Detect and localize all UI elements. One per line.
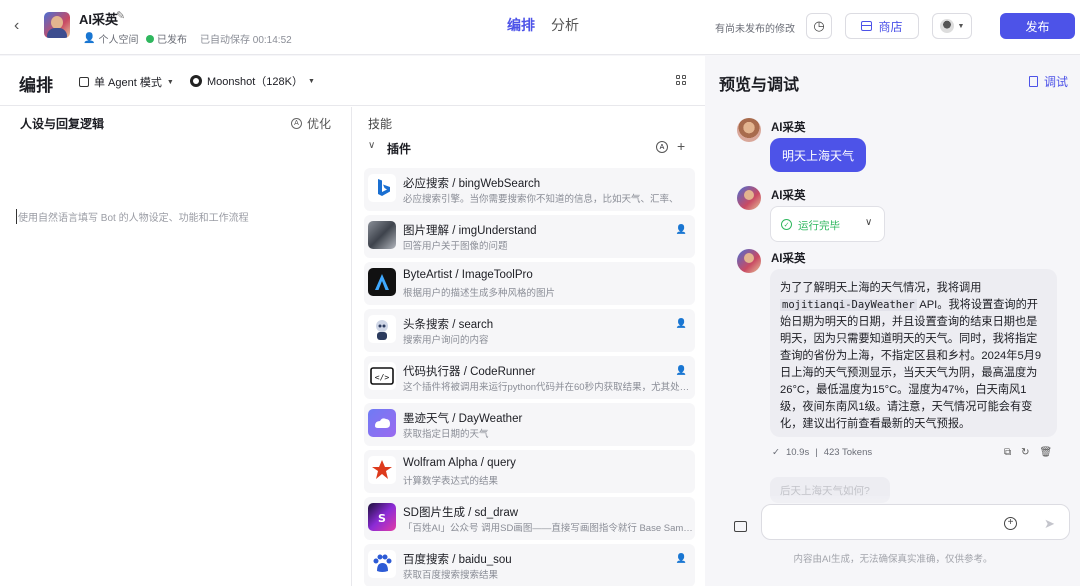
keyboard-icon[interactable]	[734, 521, 747, 532]
person-icon: 👤	[83, 33, 96, 44]
tab-analysis[interactable]: 分析	[551, 15, 579, 35]
api-name: mojitianqi-DayWeather	[780, 299, 917, 311]
plugin-item[interactable]: 百度搜索 / baidu_sou 获取百度搜索搜索结果 👤	[364, 544, 695, 586]
run-status: 运行完毕	[798, 220, 840, 232]
message-sender: AI采英	[771, 190, 806, 202]
plugin-item[interactable]: 必应搜索 / bingWebSearch 必应搜索引擎。当你需要搜索你不知道的信…	[364, 168, 695, 211]
auto-optimize-icon: A	[291, 118, 302, 129]
chevron-down-icon: ▼	[308, 77, 315, 85]
moonshot-icon	[190, 75, 202, 87]
document-icon	[1029, 76, 1038, 87]
check-circle-icon: ✓	[781, 219, 792, 230]
avatar	[939, 19, 954, 33]
plugin-item[interactable]: 墨迹天气 / DayWeather 获取指定日期的天气	[364, 403, 695, 446]
plugins-label: 插件	[387, 142, 412, 156]
message-sender: AI采英	[771, 253, 806, 265]
editor-panel: 编排 单 Agent 模式 ▼ Moonshot（128K） ▼ 人设与回复逻辑 A…	[0, 56, 705, 586]
check-circle-icon	[146, 34, 154, 43]
clock-icon: ◷	[813, 18, 825, 33]
model-select[interactable]: Moonshot（128K） ▼	[190, 73, 315, 89]
send-icon[interactable]: ➤	[1044, 516, 1055, 532]
bot-answer: 为了了解明天上海的天气情况，我将调用 mojitianqi-DayWeather…	[770, 269, 1057, 437]
agent-mode-select[interactable]: 单 Agent 模式 ▼	[79, 74, 174, 90]
chevron-down-icon: ▼	[166, 78, 174, 86]
image-understand-icon	[368, 221, 396, 249]
plugin-item[interactable]: 图片理解 / imgUnderstand 回答用户关于图像的问题 👤	[364, 215, 695, 258]
code-icon: </>	[368, 362, 396, 390]
person-icon: 👤	[675, 365, 687, 375]
preview-panel: 预览与调试 调试 AI采英 明天上海天气 AI采英 ✓ 运行完毕 ∨ AI采英 …	[706, 56, 1080, 586]
editor-title: 编排	[19, 76, 53, 95]
store-button[interactable]: 商店	[845, 13, 919, 39]
person-icon: 👤	[675, 318, 687, 328]
persona-section: 人设与回复逻辑 A 优化 使用自然语言填写 Bot 的人物设定、功能和工作流程	[0, 107, 352, 586]
preview-title: 预览与调试	[719, 77, 800, 94]
space-label: 👤 个人空间	[83, 33, 139, 46]
svg-text:S: S	[378, 512, 386, 525]
plugin-item[interactable]: </> 代码执行器 / CodeRunner 这个插件将被调用来运行python…	[364, 356, 695, 399]
skills-title: 技能	[368, 117, 393, 131]
store-icon	[861, 21, 873, 31]
unpublished-note: 有尚未发布的修改	[715, 24, 795, 35]
person-icon: 👤	[675, 224, 687, 234]
chat-input[interactable]	[761, 504, 1070, 540]
weather-icon	[368, 409, 396, 437]
add-attachment-icon[interactable]: +	[1004, 517, 1017, 530]
publish-button[interactable]: 发布	[1000, 13, 1075, 39]
chevron-down-icon: ∨	[865, 217, 873, 228]
chat-input-area: + ➤ 内容由AI生成，无法确保真实准确，仅供参考。	[706, 496, 1080, 586]
back-arrow-icon[interactable]: ‹	[14, 18, 30, 34]
bot-name: AI采英	[79, 12, 119, 27]
user-menu-button[interactable]: ▼	[932, 13, 972, 39]
skills-section: 技能 ∨ 插件 A + 必应搜索 / bingWebSearch 必应搜索引擎。…	[353, 107, 705, 586]
history-button[interactable]: ◷	[806, 13, 832, 39]
bot-avatar	[737, 186, 761, 210]
top-tabs: 编排 分析	[507, 15, 579, 35]
answer-tokens: 423 Tokens	[823, 447, 873, 458]
plugin-item[interactable]: 头条搜索 / search 搜索用户询问的内容 👤	[364, 309, 695, 352]
tab-orchestrate[interactable]: 编排	[507, 15, 535, 35]
plugin-item[interactable]: Wolfram Alpha / query 计算数学表达式的结果	[364, 450, 695, 493]
edit-icon[interactable]: ✎	[116, 9, 128, 22]
baidu-icon	[368, 550, 396, 578]
answer-actions: ⧉ ↻ 🗑	[1004, 447, 1052, 458]
message-sender: AI采英	[771, 122, 806, 134]
plugin-item[interactable]: S SD图片生成 / sd_draw 「百姓AI」公众号 调用SD画图——直接写…	[364, 497, 695, 540]
regenerate-icon[interactable]: ↻	[1021, 447, 1029, 458]
top-header: ‹ AI采英 ✎ 👤 个人空间 已发布 已自动保存 00:14:52 编排 分析 …	[0, 0, 1080, 55]
toutiao-robot-icon	[368, 315, 396, 343]
plugins-header: ∨ 插件 A +	[368, 138, 693, 157]
persona-title: 人设与回复逻辑	[20, 117, 105, 131]
publish-status: 已发布	[146, 31, 187, 46]
run-status-toggle[interactable]: ✓ 运行完毕 ∨	[770, 206, 885, 242]
person-icon: 👤	[675, 553, 687, 563]
layout-grid-icon[interactable]	[676, 75, 686, 85]
answer-duration: 10.9s	[785, 447, 810, 458]
add-plugin-icon[interactable]: +	[677, 138, 685, 154]
agent-mode-icon	[79, 77, 89, 87]
chevron-down-icon[interactable]: ∨	[368, 140, 375, 151]
editor-toolbar: 编排 单 Agent 模式 ▼ Moonshot（128K） ▼	[0, 56, 705, 106]
answer-stats: ✓ 10.9s | 423 Tokens	[772, 447, 873, 458]
delete-icon[interactable]: 🗑	[1040, 447, 1053, 458]
copy-icon[interactable]: ⧉	[1004, 447, 1011, 458]
user-avatar	[737, 118, 761, 142]
persona-input[interactable]: 使用自然语言填写 Bot 的人物设定、功能和工作流程	[16, 209, 249, 224]
bot-avatar	[737, 249, 761, 273]
byteartist-icon	[368, 268, 396, 296]
bot-avatar	[44, 12, 70, 38]
auto-icon[interactable]: A	[656, 141, 668, 153]
optimize-button[interactable]: A 优化	[291, 115, 331, 132]
wolfram-icon	[368, 456, 396, 484]
disclaimer: 内容由AI生成，无法确保真实准确，仅供参考。	[793, 554, 993, 565]
user-message: 明天上海天气	[770, 138, 867, 172]
autosave-status: 已自动保存 00:14:52	[200, 35, 292, 46]
bing-icon	[368, 174, 396, 202]
svg-text:</>: </>	[375, 373, 390, 382]
chevron-down-icon: ▼	[957, 22, 965, 30]
sd-draw-icon: S	[368, 503, 396, 531]
debug-button[interactable]: 调试	[1029, 73, 1068, 90]
plugin-item[interactable]: ByteArtist / ImageToolPro 根据用户的描述生成多种风格的…	[364, 262, 695, 305]
check-icon: ✓	[772, 447, 780, 458]
